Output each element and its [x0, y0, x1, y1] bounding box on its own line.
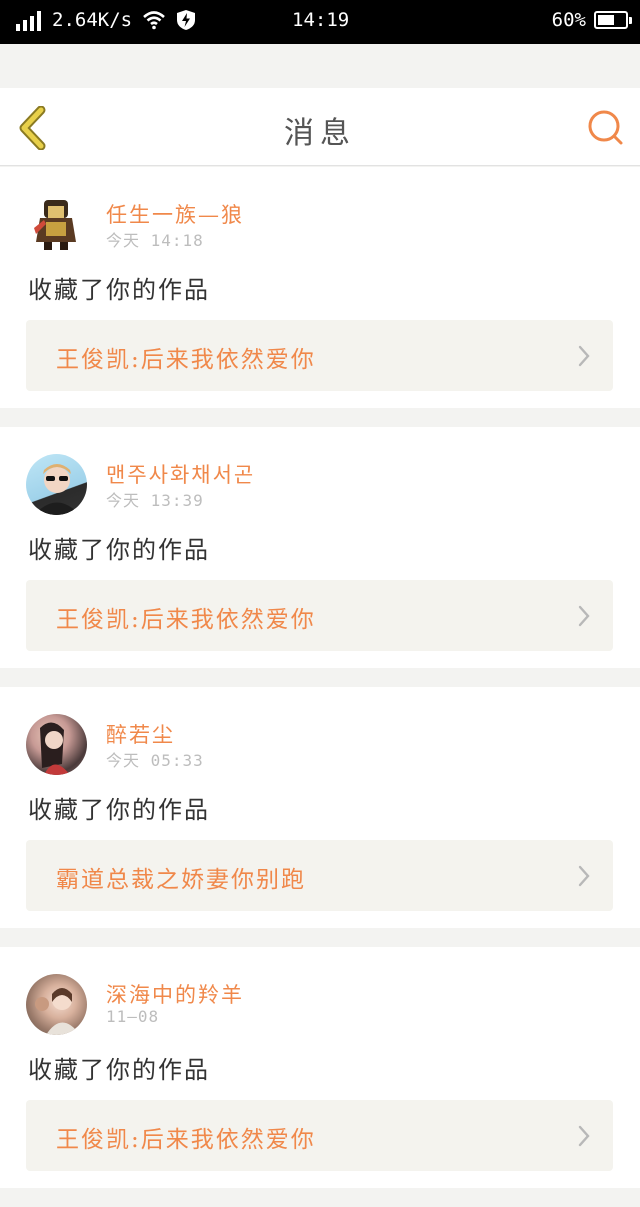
battery-level-fill [598, 15, 614, 25]
work-title: 王俊凯:后来我依然爱你 [56, 347, 316, 373]
notification-card: 任生一族—狼 今天 14:18 收藏了你的作品 王俊凯:后来我依然爱你 [0, 167, 640, 408]
search-button[interactable] [586, 108, 626, 148]
action-text: 收藏了你的作品 [28, 276, 210, 304]
chevron-right-icon [578, 605, 590, 627]
notification-card: 맨주사화채서곤 今天 13:39 收藏了你的作品 王俊凯:后来我依然爱你 [0, 427, 640, 668]
chevron-right-icon [578, 345, 590, 367]
notification-card: 深海中的羚羊 11—08 收藏了你的作品 王俊凯:后来我依然爱你 [0, 947, 640, 1188]
header-bar: 消息 [0, 88, 640, 166]
status-bar: 2.64K/s 14:19 60% [0, 0, 640, 44]
person-avatar-icon [34, 464, 80, 515]
work-link[interactable]: 王俊凯:后来我依然爱你 [26, 580, 613, 651]
timestamp: 今天 05:33 [106, 751, 204, 770]
clock: 14:19 [292, 9, 350, 31]
avatar[interactable] [26, 454, 87, 515]
action-text: 收藏了你的作品 [28, 536, 210, 564]
warrior-avatar-icon [34, 200, 76, 250]
timestamp: 11—08 [106, 1007, 160, 1026]
notification-card: 醉若尘 今天 05:33 收藏了你的作品 霸道总裁之娇妻你别跑 [0, 687, 640, 928]
network-speed: 2.64K/s [52, 9, 133, 31]
username[interactable]: 任生一族—狼 [106, 199, 244, 229]
username[interactable]: 深海中的羚羊 [106, 979, 244, 1009]
chevron-right-icon [578, 1125, 590, 1147]
notification-list: 任生一族—狼 今天 14:18 收藏了你的作品 王俊凯:后来我依然爱你 맨주사화… [0, 167, 640, 1207]
work-link[interactable]: 王俊凯:后来我依然爱你 [26, 1100, 613, 1171]
work-title: 霸道总裁之娇妻你别跑 [56, 867, 306, 893]
battery-percent: 60% [551, 9, 586, 31]
search-icon [588, 110, 623, 145]
wifi-icon [143, 11, 165, 30]
timestamp: 今天 14:18 [106, 231, 204, 250]
action-text: 收藏了你的作品 [28, 1056, 210, 1084]
action-text: 收藏了你的作品 [28, 796, 210, 824]
avatar[interactable] [26, 974, 87, 1035]
chevron-right-icon [578, 865, 590, 887]
work-link[interactable]: 霸道总裁之娇妻你别跑 [26, 840, 613, 911]
shield-icon [177, 10, 196, 30]
work-title: 王俊凯:后来我依然爱你 [56, 1127, 316, 1153]
username[interactable]: 醉若尘 [106, 719, 175, 749]
work-link[interactable]: 王俊凯:后来我依然爱你 [26, 320, 613, 391]
battery-icon [594, 11, 632, 29]
timestamp: 今天 13:39 [106, 491, 204, 510]
signal-icon [16, 9, 44, 31]
avatar[interactable] [26, 194, 87, 255]
work-title: 王俊凯:后来我依然爱你 [56, 607, 316, 633]
username[interactable]: 맨주사화채서곤 [106, 459, 255, 489]
page-title: 消息 [284, 116, 356, 151]
person-avatar-icon [35, 988, 80, 1035]
avatar[interactable] [26, 714, 87, 775]
person-avatar-icon [40, 722, 70, 775]
